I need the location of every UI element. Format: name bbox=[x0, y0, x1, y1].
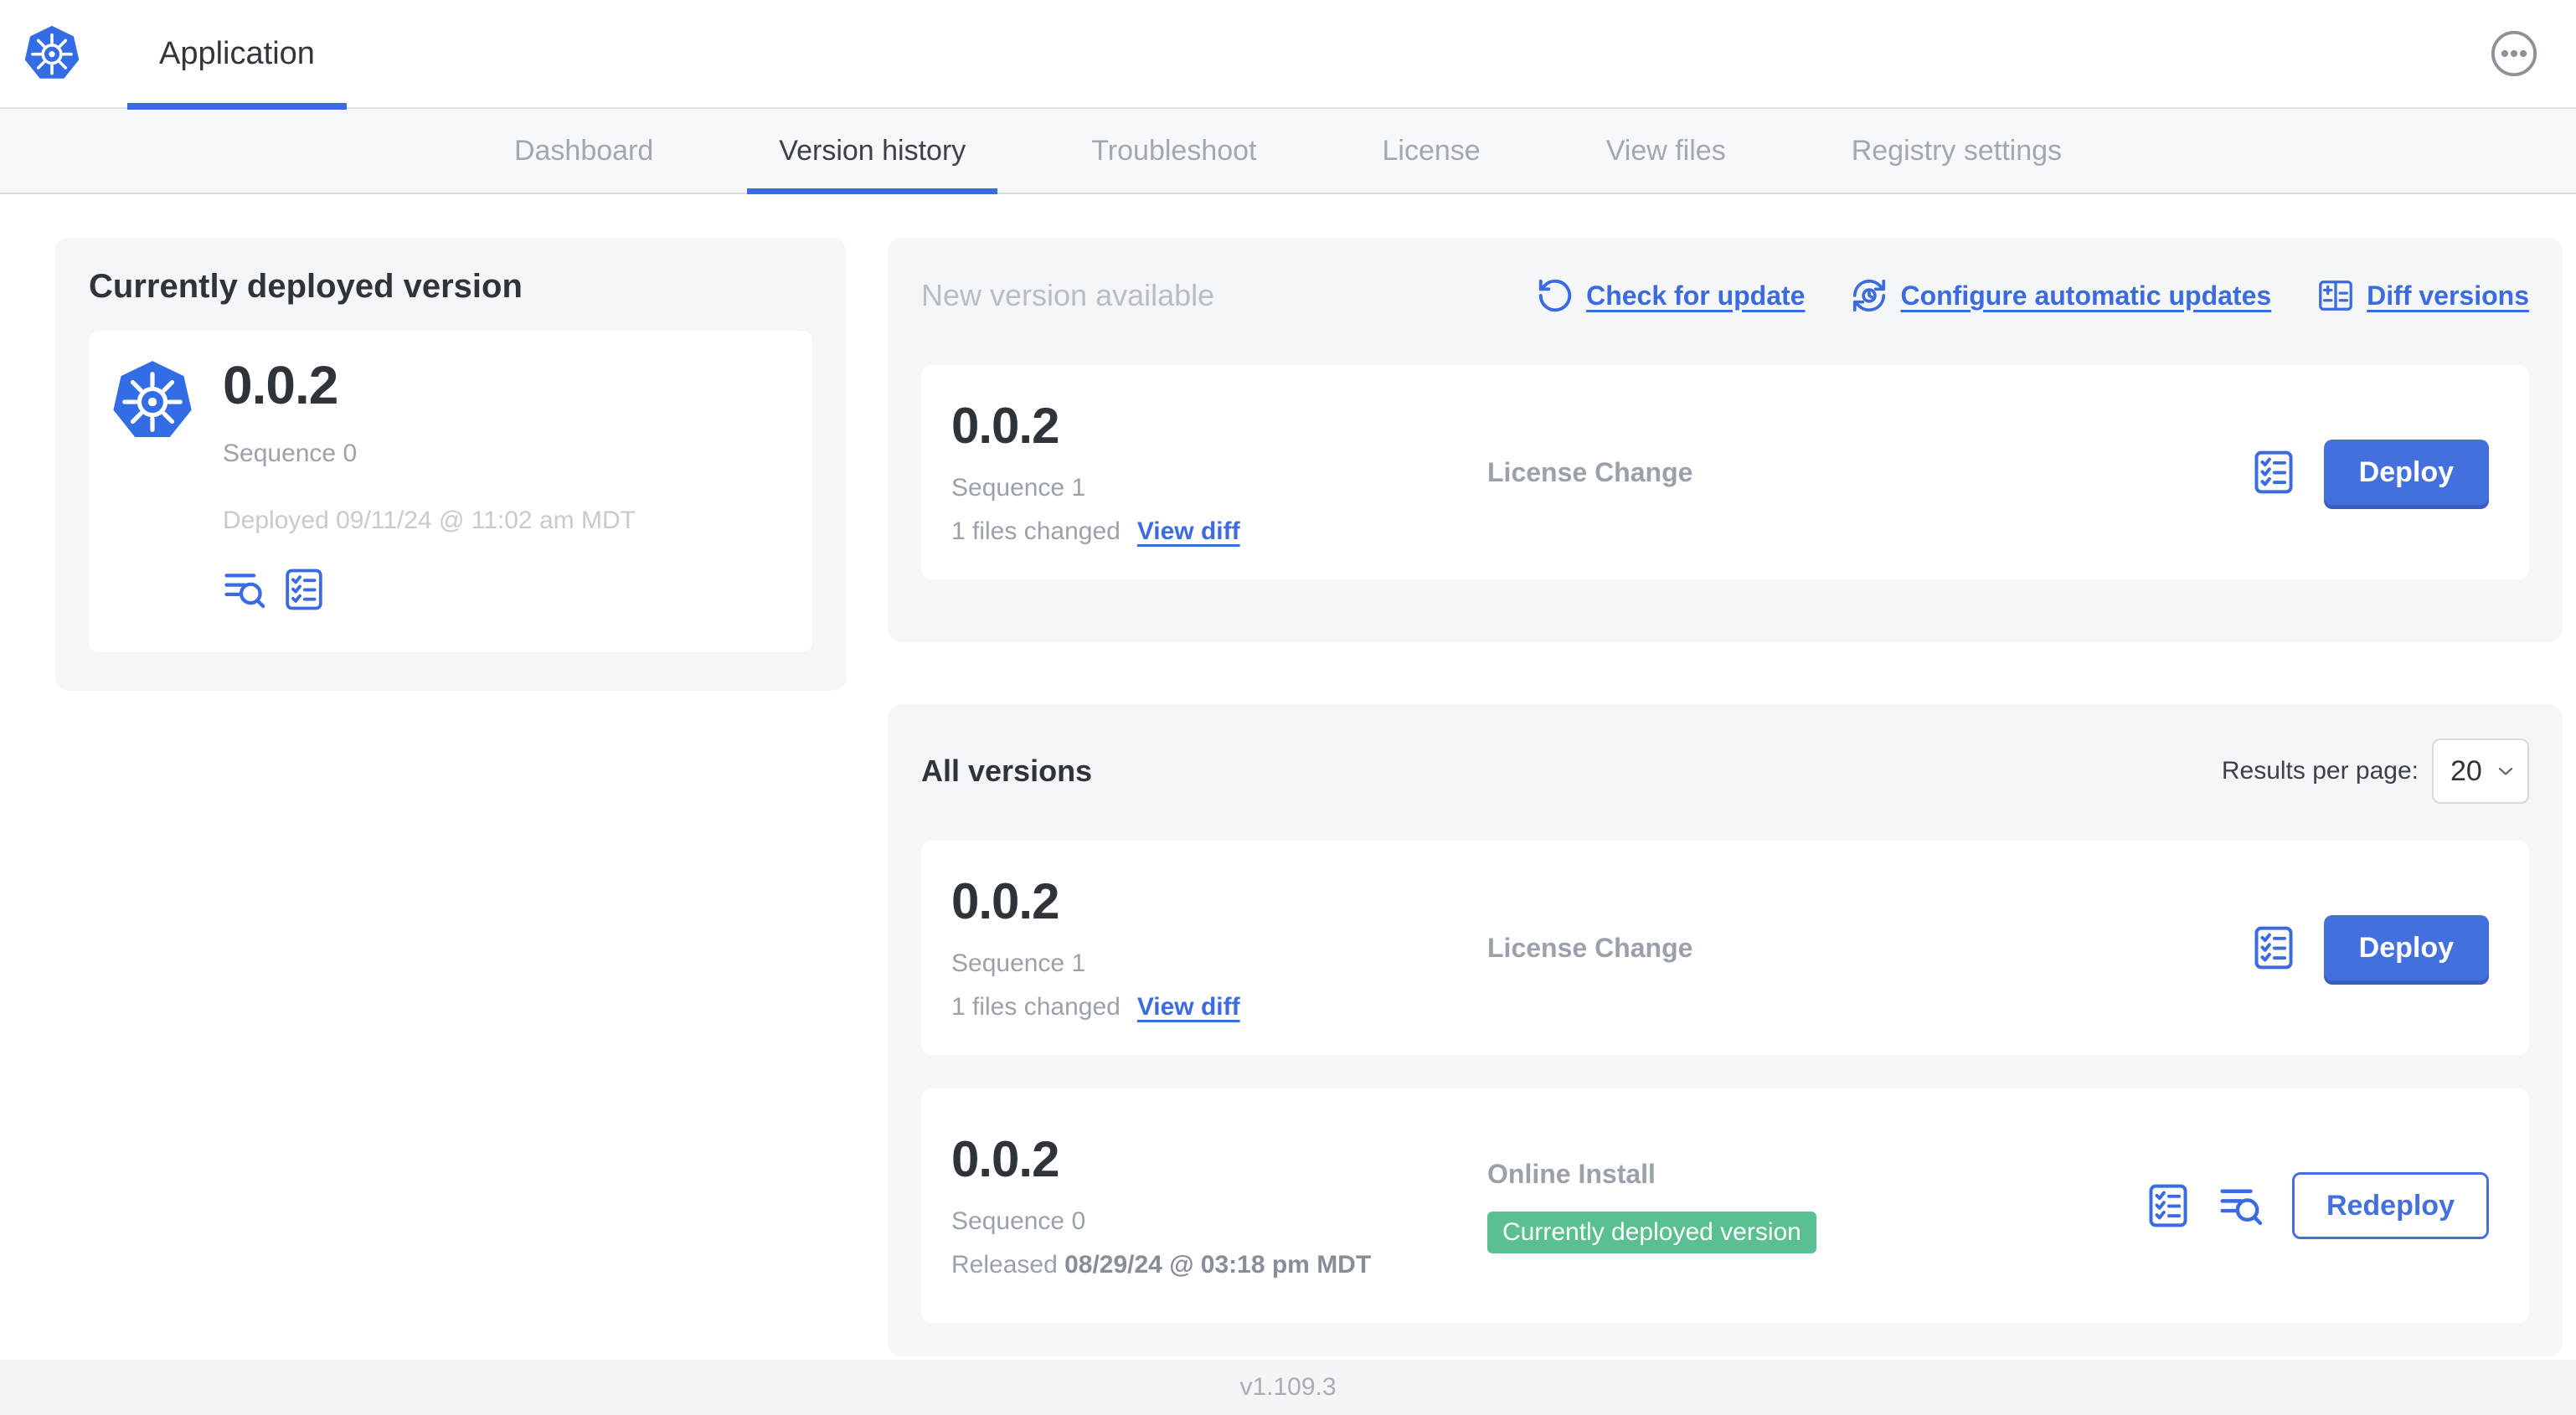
tab-version-history[interactable]: Version history bbox=[747, 109, 998, 194]
view-preflight-checks-button[interactable] bbox=[2250, 924, 2297, 971]
version-source-label: Online Install bbox=[1487, 1158, 1656, 1189]
view-preflight-checks-button[interactable] bbox=[2250, 449, 2297, 496]
currently-deployed-heading: Currently deployed version bbox=[89, 268, 523, 305]
all-versions-card: All versions Results per page: 20 0.0.2 … bbox=[888, 705, 2563, 1356]
view-deploy-logs-button[interactable] bbox=[223, 567, 268, 612]
checklist-icon bbox=[2254, 450, 2293, 494]
files-changed-label: 1 files changed bbox=[951, 517, 1121, 545]
version-number: 0.0.2 bbox=[951, 873, 1059, 929]
new-version-card: New version available Check for update C… bbox=[888, 238, 2563, 641]
version-source-label: License Change bbox=[1487, 456, 1693, 487]
view-deploy-logs-button[interactable] bbox=[2218, 1182, 2265, 1229]
results-per-page-label: Results per page: bbox=[2221, 757, 2419, 785]
overflow-menu-button[interactable] bbox=[2489, 28, 2539, 79]
new-version-heading: New version available bbox=[921, 278, 1215, 312]
results-per-page-select[interactable]: 20 bbox=[2432, 738, 2529, 804]
view-preflight-checks-button[interactable] bbox=[2145, 1182, 2192, 1229]
app-active-underline bbox=[127, 103, 347, 110]
app-title: Application bbox=[159, 35, 315, 71]
refresh-icon bbox=[1538, 279, 1572, 312]
current-version-number: 0.0.2 bbox=[223, 355, 338, 415]
app-icon bbox=[109, 356, 196, 630]
tab-registry-settings[interactable]: Registry settings bbox=[1820, 109, 2094, 193]
checklist-icon bbox=[2149, 1184, 2187, 1227]
logs-icon bbox=[2220, 1189, 2263, 1225]
redeploy-button[interactable]: Redeploy bbox=[2291, 1172, 2489, 1239]
checklist-icon bbox=[2254, 926, 2293, 970]
tab-troubleshoot[interactable]: Troubleshoot bbox=[1059, 109, 1288, 193]
version-row: 0.0.2 Sequence 0 Released 08/29/24 @ 03:… bbox=[921, 1088, 2529, 1323]
tab-license[interactable]: License bbox=[1351, 109, 1512, 193]
main-content: Currently deployed version 0.0.2 Sequenc… bbox=[0, 194, 2576, 1356]
new-version-row: 0.0.2 Sequence 1 1 files changed View di… bbox=[921, 365, 2529, 579]
chevron-down-icon bbox=[2498, 767, 2513, 775]
files-changed-label: 1 files changed bbox=[951, 993, 1121, 1021]
console-version: v1.109.3 bbox=[1239, 1373, 1337, 1401]
view-diff-link[interactable]: View diff bbox=[1137, 993, 1240, 1021]
clock-refresh-icon bbox=[1853, 279, 1886, 312]
all-versions-heading: All versions bbox=[921, 754, 1093, 788]
diff-icon bbox=[2319, 280, 2353, 311]
tab-dashboard[interactable]: Dashboard bbox=[482, 109, 685, 193]
diff-versions-link[interactable]: Diff versions bbox=[2316, 276, 2529, 315]
currently-deployed-version-card: 0.0.2 Sequence 0 Deployed 09/11/24 @ 11:… bbox=[89, 331, 812, 652]
version-sequence: Sequence 1 bbox=[951, 474, 1086, 502]
topbar: Application bbox=[0, 0, 2576, 110]
footer: v1.109.3 bbox=[0, 1360, 2576, 1415]
checklist-icon bbox=[286, 569, 322, 610]
check-for-update-link[interactable]: Check for update bbox=[1536, 276, 1805, 315]
current-deployed-timestamp: Deployed 09/11/24 @ 11:02 am MDT bbox=[223, 507, 636, 534]
logs-icon bbox=[224, 574, 265, 609]
version-number: 0.0.2 bbox=[951, 1131, 1059, 1187]
version-source-label: License Change bbox=[1487, 932, 1693, 963]
kubernetes-logo-icon bbox=[20, 22, 84, 85]
version-row: 0.0.2 Sequence 1 1 files changed View di… bbox=[921, 841, 2529, 1055]
currently-deployed-card: Currently deployed version 0.0.2 Sequenc… bbox=[55, 238, 846, 691]
currently-deployed-badge: Currently deployed version bbox=[1487, 1211, 1816, 1253]
app-nav-item[interactable]: Application bbox=[127, 0, 347, 110]
version-released-timestamp: Released 08/29/24 @ 03:18 pm MDT bbox=[951, 1251, 1372, 1279]
current-sequence: Sequence 0 bbox=[223, 440, 358, 467]
page: Application Dashboard Version history Tr… bbox=[0, 0, 2576, 1415]
dots-menu-icon bbox=[2491, 30, 2537, 77]
version-sequence: Sequence 0 bbox=[951, 1207, 1086, 1235]
version-history-column: New version available Check for update C… bbox=[888, 238, 2563, 1356]
app-nav-tabs: Dashboard Version history Troubleshoot L… bbox=[0, 109, 2576, 194]
view-preflight-checks-button[interactable] bbox=[281, 567, 327, 612]
deploy-button[interactable]: Deploy bbox=[2323, 915, 2489, 980]
tab-view-files[interactable]: View files bbox=[1574, 109, 1758, 193]
view-diff-link[interactable]: View diff bbox=[1137, 517, 1240, 546]
configure-automatic-updates-link[interactable]: Configure automatic updates bbox=[1850, 276, 2271, 315]
deploy-button[interactable]: Deploy bbox=[2323, 440, 2489, 505]
version-number: 0.0.2 bbox=[951, 398, 1059, 454]
version-sequence: Sequence 1 bbox=[951, 949, 1086, 977]
